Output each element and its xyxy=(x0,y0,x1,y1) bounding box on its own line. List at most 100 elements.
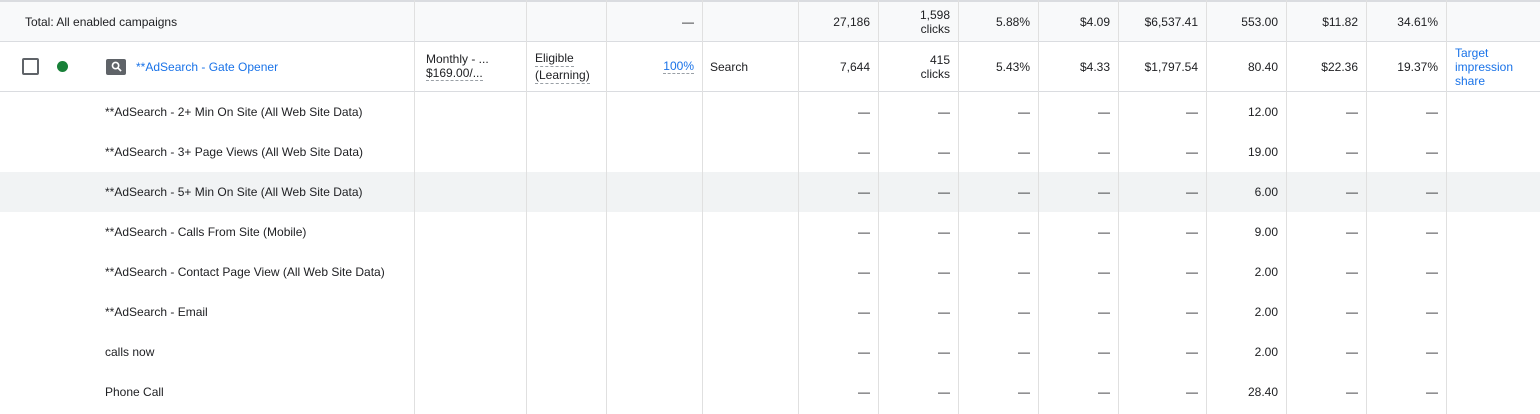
conversion-impressions-value: — xyxy=(858,185,870,199)
conversion-impressions-value: — xyxy=(858,385,870,399)
conversion-cost-per-conv-value: — xyxy=(1346,225,1358,239)
campaign-name-link[interactable]: **AdSearch - Gate Opener xyxy=(136,42,406,91)
column-divider xyxy=(606,0,607,414)
conversion-avg-cpc-value: — xyxy=(1098,305,1110,319)
bid-strategy-link[interactable]: Target impression share xyxy=(1446,42,1540,91)
conversion-clicks-value: — xyxy=(938,225,950,239)
bid-strategy-line[interactable]: impression xyxy=(1455,60,1513,74)
campaign-row[interactable]: **AdSearch - Gate Opener Monthly - ... $… xyxy=(0,42,1540,92)
campaign-avg-cpc: $4.33 xyxy=(1079,59,1110,74)
conversion-impressions-value: — xyxy=(858,345,870,359)
conversion-cost-per-conv-value: — xyxy=(1346,105,1358,119)
campaign-conversions: 80.40 xyxy=(1247,59,1278,74)
column-divider xyxy=(958,0,959,414)
conversion-cost-per-conv-value: — xyxy=(1346,145,1358,159)
conversion-cost-value: — xyxy=(1186,265,1198,279)
column-divider xyxy=(1206,0,1207,414)
optimization-score-cell[interactable]: 100% xyxy=(606,42,702,91)
total-conversions: 553.00 xyxy=(1241,14,1278,29)
optimization-score-link[interactable]: 100% xyxy=(663,59,694,74)
campaign-conv-rate: 19.37% xyxy=(1397,59,1438,74)
conversion-ctr-value: — xyxy=(1018,345,1030,359)
campaign-clicks-unit: clicks xyxy=(920,66,950,81)
conversion-ctr-value: — xyxy=(1018,145,1030,159)
bid-strategy-line[interactable]: Target xyxy=(1455,46,1488,60)
conversion-cost-value: — xyxy=(1186,385,1198,399)
total-impressions: 27,186 xyxy=(833,14,870,29)
conversion-cost-per-conv-value: — xyxy=(1346,265,1358,279)
status-enabled-icon xyxy=(57,42,71,91)
conversion-clicks-value: — xyxy=(938,105,950,119)
total-clicks-value: 1,598 xyxy=(919,7,950,22)
conversion-clicks-value: — xyxy=(938,305,950,319)
column-divider xyxy=(1446,0,1447,414)
conversion-avg-cpc-value: — xyxy=(1098,265,1110,279)
conversion-ctr-value: — xyxy=(1018,105,1030,119)
total-ctr: 5.88% xyxy=(995,14,1030,29)
total-cost: $6,537.41 xyxy=(1144,14,1198,29)
total-conv-rate: 34.61% xyxy=(1397,14,1438,29)
conversion-clicks-value: — xyxy=(938,265,950,279)
conversion-cost-value: — xyxy=(1186,345,1198,359)
conversion-action-row: **AdSearch - Calls From Site (Mobile) — — —… xyxy=(0,212,1540,252)
conversion-avg-cpc-value: — xyxy=(1098,145,1110,159)
conversion-count-value: 19.00 xyxy=(1247,145,1278,159)
conversion-cost-value: — xyxy=(1186,305,1198,319)
conversion-count-value: 2.00 xyxy=(1254,345,1278,359)
conversion-impressions-value: — xyxy=(858,145,870,159)
conversion-conv-rate-value: — xyxy=(1426,385,1438,399)
campaign-type: Search xyxy=(710,59,749,74)
conversion-action-row: **AdSearch - Contact Page View (All Web … xyxy=(0,252,1540,292)
conversion-action-name: **AdSearch - 5+ Min On Site (All Web Sit… xyxy=(105,185,363,199)
total-clicks: 1,598 clicks xyxy=(878,2,958,41)
conversion-conv-rate-value: — xyxy=(1426,145,1438,159)
green-dot-icon xyxy=(57,61,68,72)
conversion-count-value: 2.00 xyxy=(1254,265,1278,279)
total-label: Total: All enabled campaigns xyxy=(25,14,178,29)
total-avg-cpc: $4.09 xyxy=(1079,14,1110,29)
budget-type: Monthly - ... xyxy=(426,52,489,66)
conversion-clicks-value: — xyxy=(938,185,950,199)
column-divider xyxy=(414,0,415,414)
conversion-count-value: 12.00 xyxy=(1247,105,1278,119)
budget-cell[interactable]: Monthly - ... $169.00/... xyxy=(414,42,526,91)
conversion-action-row: calls now — — — — — 2.00 — — xyxy=(0,332,1540,372)
status-eligible[interactable]: Eligible xyxy=(535,50,574,67)
conversion-cost-value: — xyxy=(1186,185,1198,199)
conversion-action-row: Phone Call — — — — — 28.40 — — xyxy=(0,372,1540,412)
conversion-cost-value: — xyxy=(1186,105,1198,119)
campaign-clicks-value: 415 xyxy=(929,52,950,67)
column-divider xyxy=(1286,0,1287,414)
conversion-ctr-value: — xyxy=(1018,265,1030,279)
conversion-conv-rate-value: — xyxy=(1426,225,1438,239)
campaign-clicks: 415 clicks xyxy=(878,42,958,91)
campaign-cost-per-conv: $22.36 xyxy=(1321,59,1358,74)
column-divider xyxy=(798,0,799,414)
conversion-conv-rate-value: — xyxy=(1426,305,1438,319)
conversion-impressions-value: — xyxy=(858,265,870,279)
conversion-conv-rate-value: — xyxy=(1426,265,1438,279)
conversion-conv-rate-value: — xyxy=(1426,345,1438,359)
conversion-cost-per-conv-value: — xyxy=(1346,305,1358,319)
row-checkbox[interactable] xyxy=(22,42,42,91)
conversion-cost-per-conv-value: — xyxy=(1346,385,1358,399)
conversion-impressions-value: — xyxy=(858,305,870,319)
conversion-cost-value: — xyxy=(1186,225,1198,239)
conversion-impressions-value: — xyxy=(858,225,870,239)
column-divider xyxy=(1366,0,1367,414)
search-icon xyxy=(106,58,126,75)
status-cell[interactable]: Eligible (Learning) xyxy=(526,42,606,91)
conversion-cost-value: — xyxy=(1186,145,1198,159)
bid-strategy-line[interactable]: share xyxy=(1455,74,1485,88)
budget-amount[interactable]: $169.00/... xyxy=(426,66,483,81)
conversion-action-name: **AdSearch - Calls From Site (Mobile) xyxy=(105,225,307,239)
checkbox-icon[interactable] xyxy=(22,58,39,75)
status-learning[interactable]: (Learning) xyxy=(535,67,590,84)
conversion-ctr-value: — xyxy=(1018,185,1030,199)
conversion-action-row: **AdSearch - 3+ Page Views (All Web Site… xyxy=(0,132,1540,172)
column-divider xyxy=(878,0,879,414)
conversion-impressions-value: — xyxy=(858,105,870,119)
total-clicks-unit: clicks xyxy=(920,21,950,36)
campaign-table: Total: All enabled campaigns — 27,186 1,… xyxy=(0,0,1540,414)
conversion-clicks-value: — xyxy=(938,385,950,399)
